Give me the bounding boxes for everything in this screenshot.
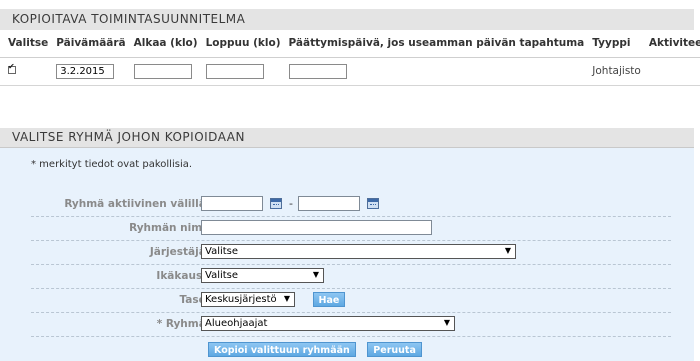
age-row: Ikäkausi: Valitse ▼ <box>31 265 671 289</box>
level-control: Keskusjärjestö ▼ Hae <box>201 292 346 308</box>
age-select[interactable]: Valitse ▼ <box>201 268 324 283</box>
required-note: * merkityt tiedot ovat pakollisia. <box>31 159 193 170</box>
start-time-input[interactable] <box>133 63 192 79</box>
activities-cell <box>640 57 700 86</box>
form-actions: Kopioi valittuun ryhmään Peruuta <box>208 342 422 357</box>
column-header-end: Loppuu (klo) <box>197 30 281 58</box>
select-cell <box>0 57 49 86</box>
column-header-end-date: Päättymispäivä, jos useamman päivän tapa… <box>280 30 585 58</box>
row-select-checkbox[interactable] <box>8 62 16 74</box>
table-row: Johtajisto <box>0 57 700 86</box>
calendar-icon[interactable] <box>270 198 282 209</box>
copy-plan-table: Valitse Päivämäärä Alkaa (klo) Loppuu (k… <box>0 30 700 86</box>
date-cell <box>48 57 126 86</box>
column-header-start: Alkaa (klo) <box>125 30 198 58</box>
level-selected-value: Keskusjärjestö <box>205 294 277 305</box>
end-cell <box>197 57 281 86</box>
type-cell: Johtajisto <box>584 57 641 86</box>
range-separator: - <box>289 197 293 210</box>
active-to-input[interactable] <box>297 196 360 211</box>
cancel-button[interactable]: Peruuta <box>367 342 422 357</box>
age-selected-value: Valitse <box>205 270 239 281</box>
chevron-down-icon: ▼ <box>443 318 450 327</box>
group-name-label: Ryhmän nimi: <box>129 222 210 234</box>
active-from-input[interactable] <box>201 196 263 211</box>
search-button[interactable]: Hae <box>312 292 346 307</box>
end-date-input[interactable] <box>288 63 347 79</box>
active-range-controls: - <box>201 196 379 212</box>
group-select[interactable]: Alueohjaajat ▼ <box>201 316 455 331</box>
organizer-row: Järjestäjä: Valitse ▼ <box>31 241 671 265</box>
date-input[interactable] <box>56 63 115 79</box>
end-date-cell <box>280 57 585 86</box>
end-time-input[interactable] <box>205 63 264 79</box>
group-select-form: * merkityt tiedot ovat pakollisia. Ryhmä… <box>0 148 694 361</box>
calendar-icon[interactable] <box>366 198 379 209</box>
group-name-control <box>201 220 432 236</box>
age-control: Valitse ▼ <box>201 268 324 284</box>
organizer-control: Valitse ▼ <box>201 244 516 260</box>
group-selected-value: Alueohjaajat <box>205 318 268 329</box>
column-header-activities: Aktiviteetit <box>640 30 700 58</box>
chevron-down-icon: ▼ <box>312 270 319 279</box>
group-control: Alueohjaajat ▼ <box>201 316 455 332</box>
group-row: * Ryhmä: Alueohjaajat ▼ <box>31 313 671 337</box>
table-header-row: Valitse Päivämäärä Alkaa (klo) Loppuu (k… <box>0 30 700 58</box>
organizer-selected-value: Valitse <box>205 246 239 257</box>
chevron-down-icon: ▼ <box>283 294 290 303</box>
group-select-header: VALITSE RYHMÄ JOHON KOPIOIDAAN <box>0 128 694 148</box>
start-cell <box>125 57 198 86</box>
level-select[interactable]: Keskusjärjestö ▼ <box>201 292 295 307</box>
column-header-date: Päivämäärä <box>48 30 126 58</box>
group-name-row: Ryhmän nimi: <box>31 217 671 241</box>
group-name-input[interactable] <box>201 220 432 235</box>
organizer-select[interactable]: Valitse ▼ <box>201 244 516 259</box>
column-header-type: Tyyppi <box>584 30 641 58</box>
active-range-row: Ryhmä aktiivinen välillä: - <box>31 193 671 217</box>
chevron-down-icon: ▼ <box>504 246 511 255</box>
copy-plan-header: KOPIOITAVA TOIMINTASUUNNITELMA <box>0 9 694 30</box>
level-row: Taso: Keskusjärjestö ▼ Hae <box>31 289 671 313</box>
copy-to-group-button[interactable]: Kopioi valittuun ryhmään <box>208 342 356 357</box>
active-range-label: Ryhmä aktiivinen välillä: <box>64 198 210 210</box>
column-header-select: Valitse <box>0 30 49 58</box>
